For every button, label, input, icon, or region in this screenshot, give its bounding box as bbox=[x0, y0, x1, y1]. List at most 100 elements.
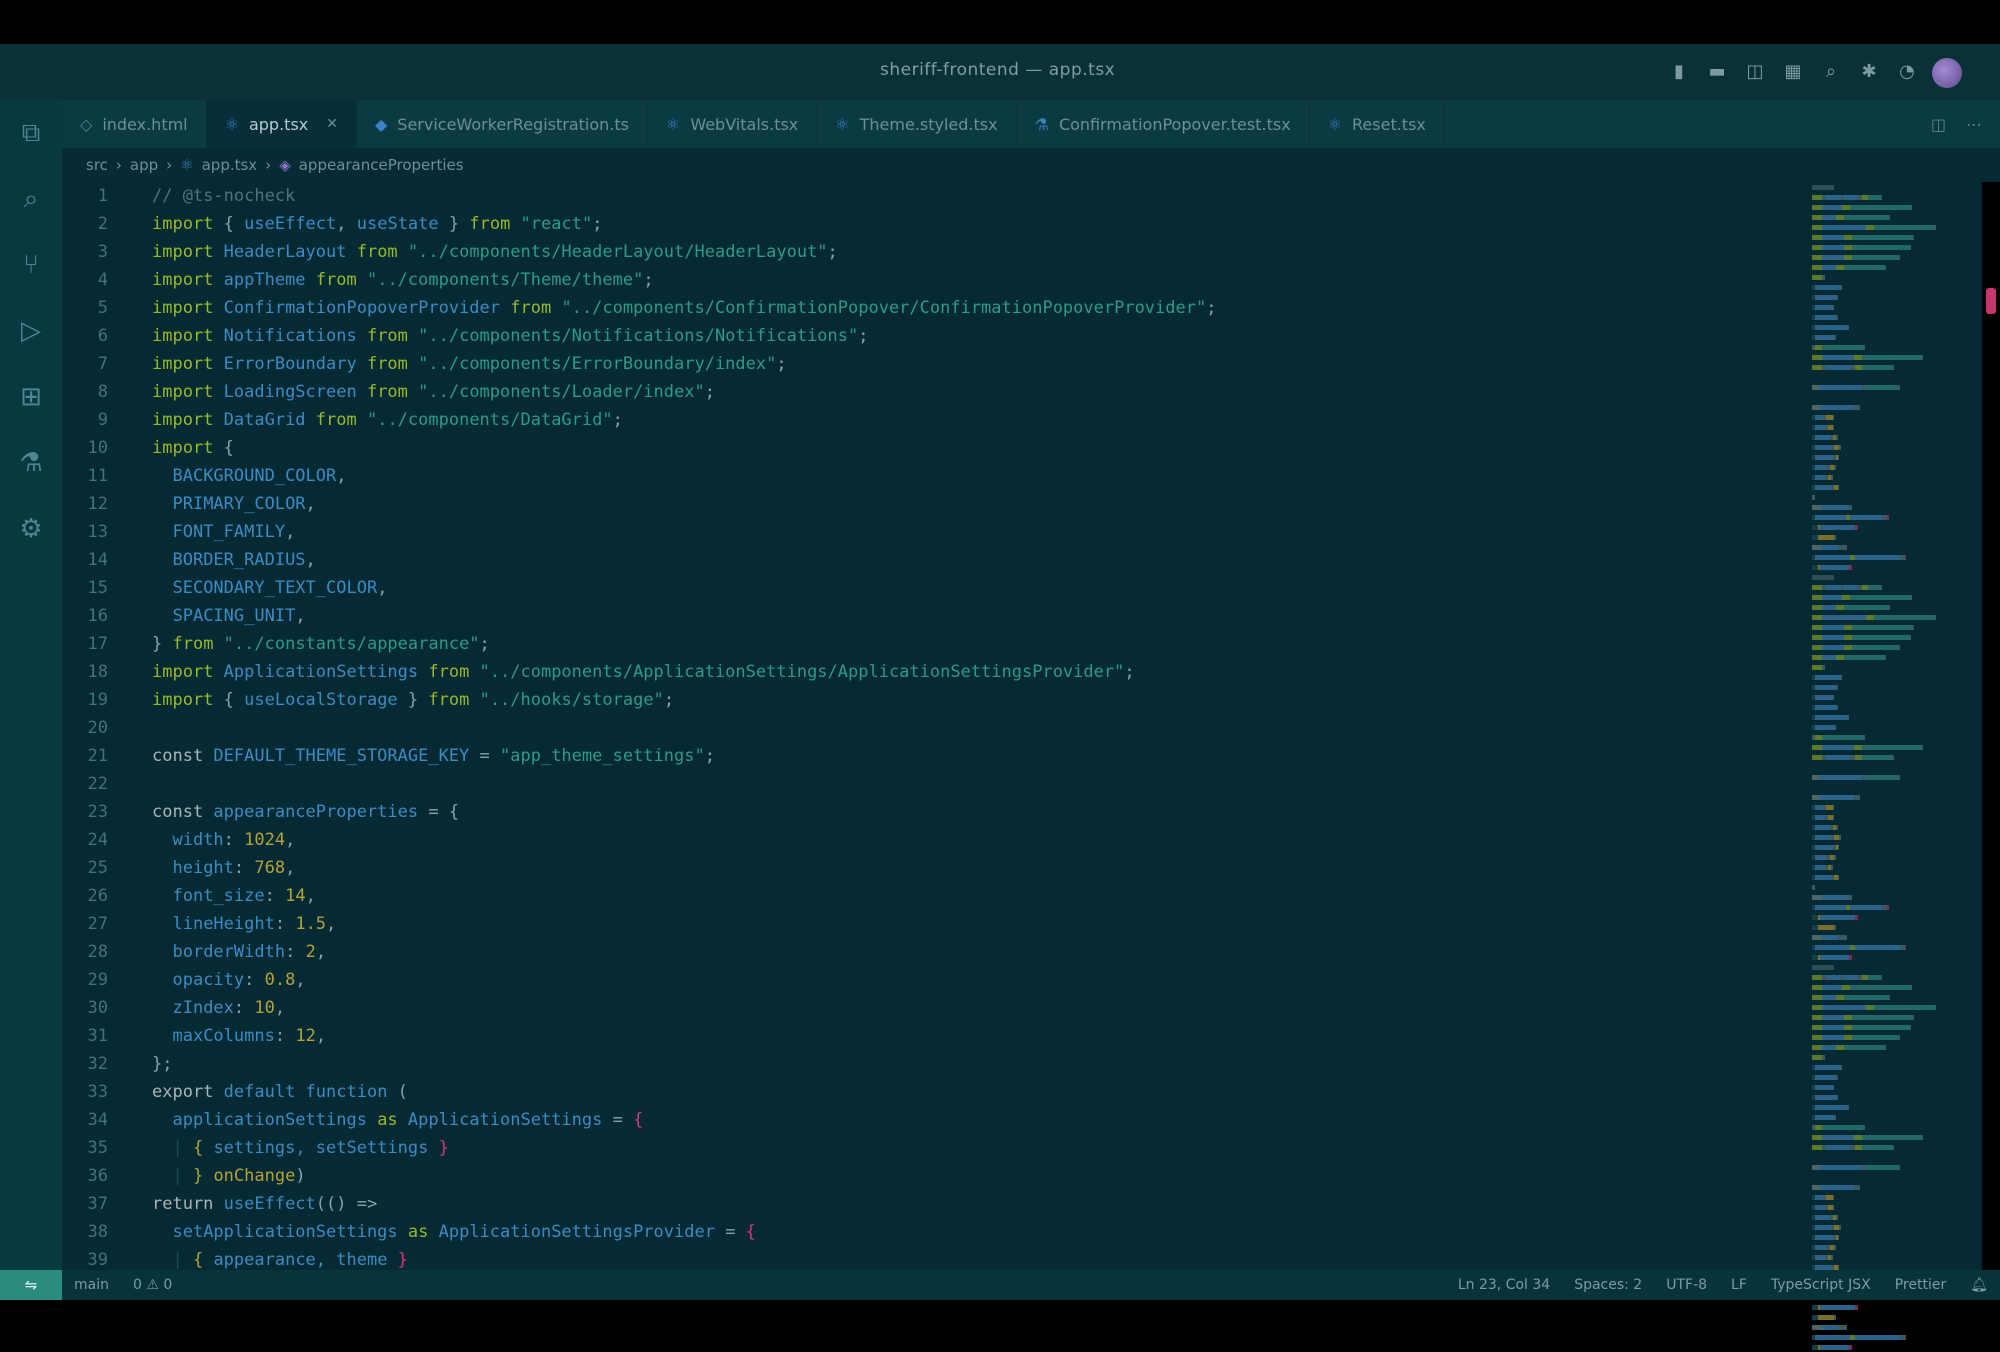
source-control-icon[interactable]: ⑂ bbox=[0, 232, 62, 298]
split-editor-icon[interactable]: ◫ bbox=[1931, 115, 1946, 134]
close-icon[interactable]: ✕ bbox=[326, 116, 338, 132]
code-line[interactable]: 15 SECONDARY_TEXT_COLOR, bbox=[62, 574, 1802, 602]
extensions-icon[interactable]: ⊞ bbox=[0, 364, 62, 430]
line-number: 23 bbox=[87, 802, 108, 822]
minimap-segment bbox=[1812, 885, 1816, 890]
remote-indicator[interactable]: ⇋ bbox=[0, 1270, 62, 1300]
tab-index-html[interactable]: ◇ index.html bbox=[62, 100, 207, 148]
minimap-segment bbox=[1815, 1105, 1848, 1110]
encoding[interactable]: UTF-8 bbox=[1654, 1277, 1719, 1293]
tab-webvitals-tsx[interactable]: ⚛ WebVitals.tsx bbox=[648, 100, 818, 148]
notifications-icon[interactable]: 🔔︎ bbox=[1958, 1277, 2000, 1293]
docker-icon[interactable]: ⚙ bbox=[0, 496, 62, 562]
minimap-line bbox=[1802, 1325, 1982, 1332]
code-line[interactable]: 31 maxColumns: 12, bbox=[62, 1022, 1802, 1050]
code-line[interactable]: 30 zIndex: 10, bbox=[62, 994, 1802, 1022]
code-line[interactable]: 17} from "../constants/appearance"; bbox=[62, 630, 1802, 658]
more-actions-icon[interactable]: ⋯ bbox=[1966, 115, 1982, 134]
tab-theme-styled-tsx[interactable]: ⚛ Theme.styled.tsx bbox=[817, 100, 1017, 148]
layout-split-icon[interactable]: ◫ bbox=[1742, 58, 1768, 84]
line-number: 31 bbox=[87, 1026, 108, 1046]
branch-indicator[interactable]: main bbox=[62, 1277, 121, 1293]
code-line[interactable]: 28 borderWidth: 2, bbox=[62, 938, 1802, 966]
code-editor[interactable]: 1 // @ts-nocheck 2 import { useEffect, useS… bbox=[62, 182, 1802, 1270]
layout-panel-icon[interactable]: ▬ bbox=[1704, 58, 1730, 84]
explorer-icon[interactable]: ⧉ bbox=[0, 100, 62, 166]
language-mode[interactable]: TypeScript JSX bbox=[1759, 1277, 1883, 1293]
code-line[interactable]: 6 import Notifications from "../component… bbox=[62, 322, 1802, 350]
code-line[interactable]: 27 lineHeight: 1.5, bbox=[62, 910, 1802, 938]
code-line[interactable]: 22 bbox=[62, 770, 1802, 798]
tab-confirmationpopover-test-tsx[interactable]: ⚗ ConfirmationPopover.test.tsx bbox=[1017, 100, 1310, 148]
accounts-icon[interactable]: ◔ bbox=[1894, 58, 1920, 84]
minimap-segment bbox=[1832, 1205, 1835, 1210]
code-token: import bbox=[152, 662, 214, 682]
code-line[interactable]: 26 font_size: 14, bbox=[62, 882, 1802, 910]
code-line[interactable]: 25 height: 768, bbox=[62, 854, 1802, 882]
indentation[interactable]: Spaces: 2 bbox=[1562, 1277, 1654, 1293]
minimap-segment bbox=[1840, 285, 1843, 290]
code-line[interactable]: 36 | } onChange) bbox=[62, 1162, 1802, 1190]
code-line[interactable]: 24 width: 1024, bbox=[62, 826, 1802, 854]
code-line[interactable]: 12 PRIMARY_COLOR, bbox=[62, 490, 1802, 518]
code-line[interactable]: 20 bbox=[62, 714, 1802, 742]
code-line[interactable]: 32}; bbox=[62, 1050, 1802, 1078]
avatar[interactable] bbox=[1932, 58, 1962, 88]
minimap-segment bbox=[1867, 585, 1881, 590]
code-line[interactable]: 14 BORDER_RADIUS, bbox=[62, 546, 1802, 574]
code-line[interactable]: 11 BACKGROUND_COLOR, bbox=[62, 462, 1802, 490]
code-line[interactable]: 13 FONT_FAMILY, bbox=[62, 518, 1802, 546]
code-line[interactable]: 37 return useEffect(() => bbox=[62, 1190, 1802, 1218]
code-line[interactable]: 33 export default function ( bbox=[62, 1078, 1802, 1106]
layout-custom-icon[interactable]: ▦ bbox=[1780, 58, 1806, 84]
code-line[interactable]: 9 import DataGrid from "../components/Dat… bbox=[62, 406, 1802, 434]
code-line[interactable]: 5 import ConfirmationPopoverProvider from… bbox=[62, 294, 1802, 322]
code-line[interactable]: 38 setApplicationSettings as Application… bbox=[62, 1218, 1802, 1246]
tab-app-tsx[interactable]: ⚛ app.tsx ✕ bbox=[206, 100, 357, 148]
code-line[interactable]: 34 applicationSettings as ApplicationSet… bbox=[62, 1106, 1802, 1134]
code-line[interactable]: 3 import HeaderLayout from "../components… bbox=[62, 238, 1802, 266]
minimap-segment bbox=[1821, 1325, 1838, 1330]
breadcrumb-item[interactable]: app.tsx bbox=[202, 156, 258, 174]
line-ending[interactable]: LF bbox=[1719, 1277, 1759, 1293]
code-line[interactable]: 19 import { useLocalStorage } from "../ho… bbox=[62, 686, 1802, 714]
code-line[interactable]: 2 import { useEffect, useState } from "re… bbox=[62, 210, 1802, 238]
code-line[interactable]: 16 SPACING_UNIT, bbox=[62, 602, 1802, 630]
minimap-segment bbox=[1812, 1325, 1822, 1330]
layout-sidebar-icon[interactable]: ▮ bbox=[1666, 58, 1692, 84]
formatter[interactable]: Prettier bbox=[1883, 1277, 1959, 1293]
code-line[interactable]: 29 opacity: 0.8, bbox=[62, 966, 1802, 994]
code-token: font_size bbox=[172, 886, 265, 906]
breadcrumb-item[interactable]: src bbox=[86, 156, 108, 174]
minimap[interactable] bbox=[1802, 182, 1982, 1350]
minimap-segment bbox=[1835, 705, 1838, 710]
breadcrumb-item[interactable]: app bbox=[130, 156, 158, 174]
breadcrumb-item[interactable]: appearanceProperties bbox=[299, 156, 464, 174]
run-debug-icon[interactable]: ▷ bbox=[0, 298, 62, 364]
code-line[interactable]: 8 import LoadingScreen from "../component… bbox=[62, 378, 1802, 406]
line-number: 10 bbox=[87, 438, 108, 458]
code-line[interactable]: 1 // @ts-nocheck bbox=[62, 182, 1802, 210]
code-line[interactable]: 23 const appearanceProperties = { bbox=[62, 798, 1802, 826]
search-icon[interactable]: ⌕ bbox=[0, 166, 62, 232]
problems-indicator[interactable]: 0 ⚠ 0 bbox=[121, 1277, 184, 1293]
search-icon[interactable]: ⌕ bbox=[1818, 58, 1844, 84]
code-token: const bbox=[152, 746, 204, 766]
code-line[interactable]: 18 import ApplicationSettings from "../co… bbox=[62, 658, 1802, 686]
code-line[interactable]: 21 const DEFAULT_THEME_STORAGE_KEY = "app… bbox=[62, 742, 1802, 770]
minimap-segment bbox=[1883, 655, 1886, 660]
code-line[interactable]: 39 | { appearance, theme } bbox=[62, 1246, 1802, 1270]
minimap-segment bbox=[1837, 485, 1840, 490]
code-line[interactable]: 7 import ErrorBoundary from "../component… bbox=[62, 350, 1802, 378]
code-line[interactable]: 10 import { bbox=[62, 434, 1802, 462]
extensions-icon[interactable]: ✱ bbox=[1856, 58, 1882, 84]
cursor-position[interactable]: Ln 23, Col 34 bbox=[1446, 1277, 1562, 1293]
minimap-line bbox=[1802, 425, 1982, 432]
tab-serviceworkerregistration-ts[interactable]: ◆ ServiceWorkerRegistration.ts bbox=[357, 100, 648, 148]
minimap-segment bbox=[1861, 745, 1922, 750]
code-line[interactable]: 35 | { settings, setSettings } bbox=[62, 1134, 1802, 1162]
testing-icon[interactable]: ⚗ bbox=[0, 430, 62, 496]
tab-reset-tsx[interactable]: ⚛ Reset.tsx bbox=[1310, 100, 1445, 148]
minimap-line bbox=[1802, 255, 1982, 262]
code-line[interactable]: 4 import appTheme from "../components/The… bbox=[62, 266, 1802, 294]
